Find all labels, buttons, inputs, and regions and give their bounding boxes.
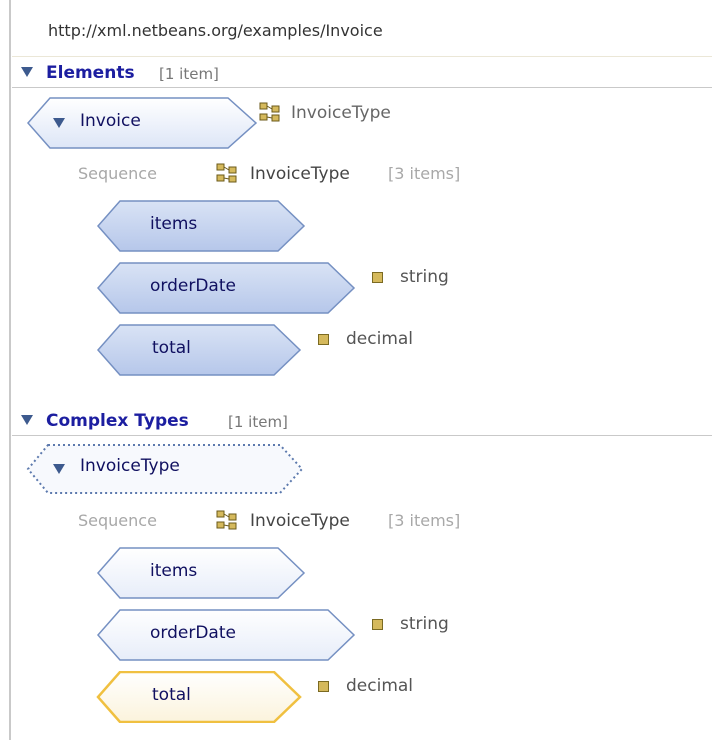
primitive-type-icon: [318, 334, 329, 345]
element-invoice[interactable]: Invoice: [26, 97, 258, 149]
element-label: Invoice: [80, 111, 141, 131]
namespace-text: http://xml.netbeans.org/examples/Invoice: [48, 21, 383, 40]
element-type-label: decimal: [346, 329, 414, 349]
sequence-type-label: InvoiceType: [250, 164, 350, 184]
element-hexagon-shape: [96, 671, 302, 723]
element-type-label: decimal: [346, 676, 414, 696]
element-type-label: string: [400, 614, 449, 634]
complex-type-icon: [216, 510, 237, 530]
complex-types-section-title: Complex Types: [46, 411, 189, 431]
element-items[interactable]: items: [96, 200, 306, 252]
element-hexagon-shape: [97, 547, 306, 599]
complex-element-items[interactable]: items: [96, 547, 306, 599]
element-orderdate[interactable]: orderDate: [96, 262, 356, 314]
element-total[interactable]: total: [96, 324, 302, 376]
triangle-down-icon[interactable]: [20, 414, 34, 426]
triangle-down-icon[interactable]: [52, 117, 66, 129]
element-label: items: [150, 561, 198, 581]
element-hexagon-shape: [97, 200, 306, 252]
elements-section-count: [1 item]: [159, 65, 219, 83]
elements-section-header[interactable]: Elements [1 item]: [12, 57, 712, 88]
element-label: total: [152, 685, 191, 705]
elements-section-title: Elements: [46, 63, 135, 83]
complex-element-total-selected[interactable]: total: [96, 671, 302, 723]
sequence-label: Sequence: [78, 164, 157, 183]
sequence-label: Sequence: [78, 511, 157, 530]
primitive-type-icon: [318, 681, 329, 692]
element-type-label: InvoiceType: [291, 103, 391, 123]
primitive-type-icon: [372, 272, 383, 283]
complex-type-invoicetype[interactable]: InvoiceType: [26, 444, 304, 494]
complex-type-icon: [259, 102, 280, 122]
triangle-down-icon[interactable]: [52, 463, 66, 475]
element-label: total: [152, 338, 191, 358]
complex-element-orderdate[interactable]: orderDate: [96, 609, 356, 661]
sequence-count: [3 items]: [388, 164, 461, 183]
complex-types-section-count: [1 item]: [228, 413, 288, 431]
left-border: [9, 0, 11, 740]
element-hexagon-shape: [97, 324, 302, 376]
complex-type-icon: [216, 163, 237, 183]
element-type-label: string: [400, 267, 449, 287]
triangle-down-icon[interactable]: [20, 66, 34, 78]
element-label: orderDate: [150, 623, 236, 643]
element-label: orderDate: [150, 276, 236, 296]
sequence-type-label: InvoiceType: [250, 511, 350, 531]
namespace-bar: http://xml.netbeans.org/examples/Invoice: [12, 0, 712, 57]
complex-types-section-header[interactable]: Complex Types [1 item]: [12, 405, 712, 436]
primitive-type-icon: [372, 619, 383, 630]
element-label: items: [150, 214, 198, 234]
sequence-count: [3 items]: [388, 511, 461, 530]
complex-type-label: InvoiceType: [80, 456, 180, 476]
